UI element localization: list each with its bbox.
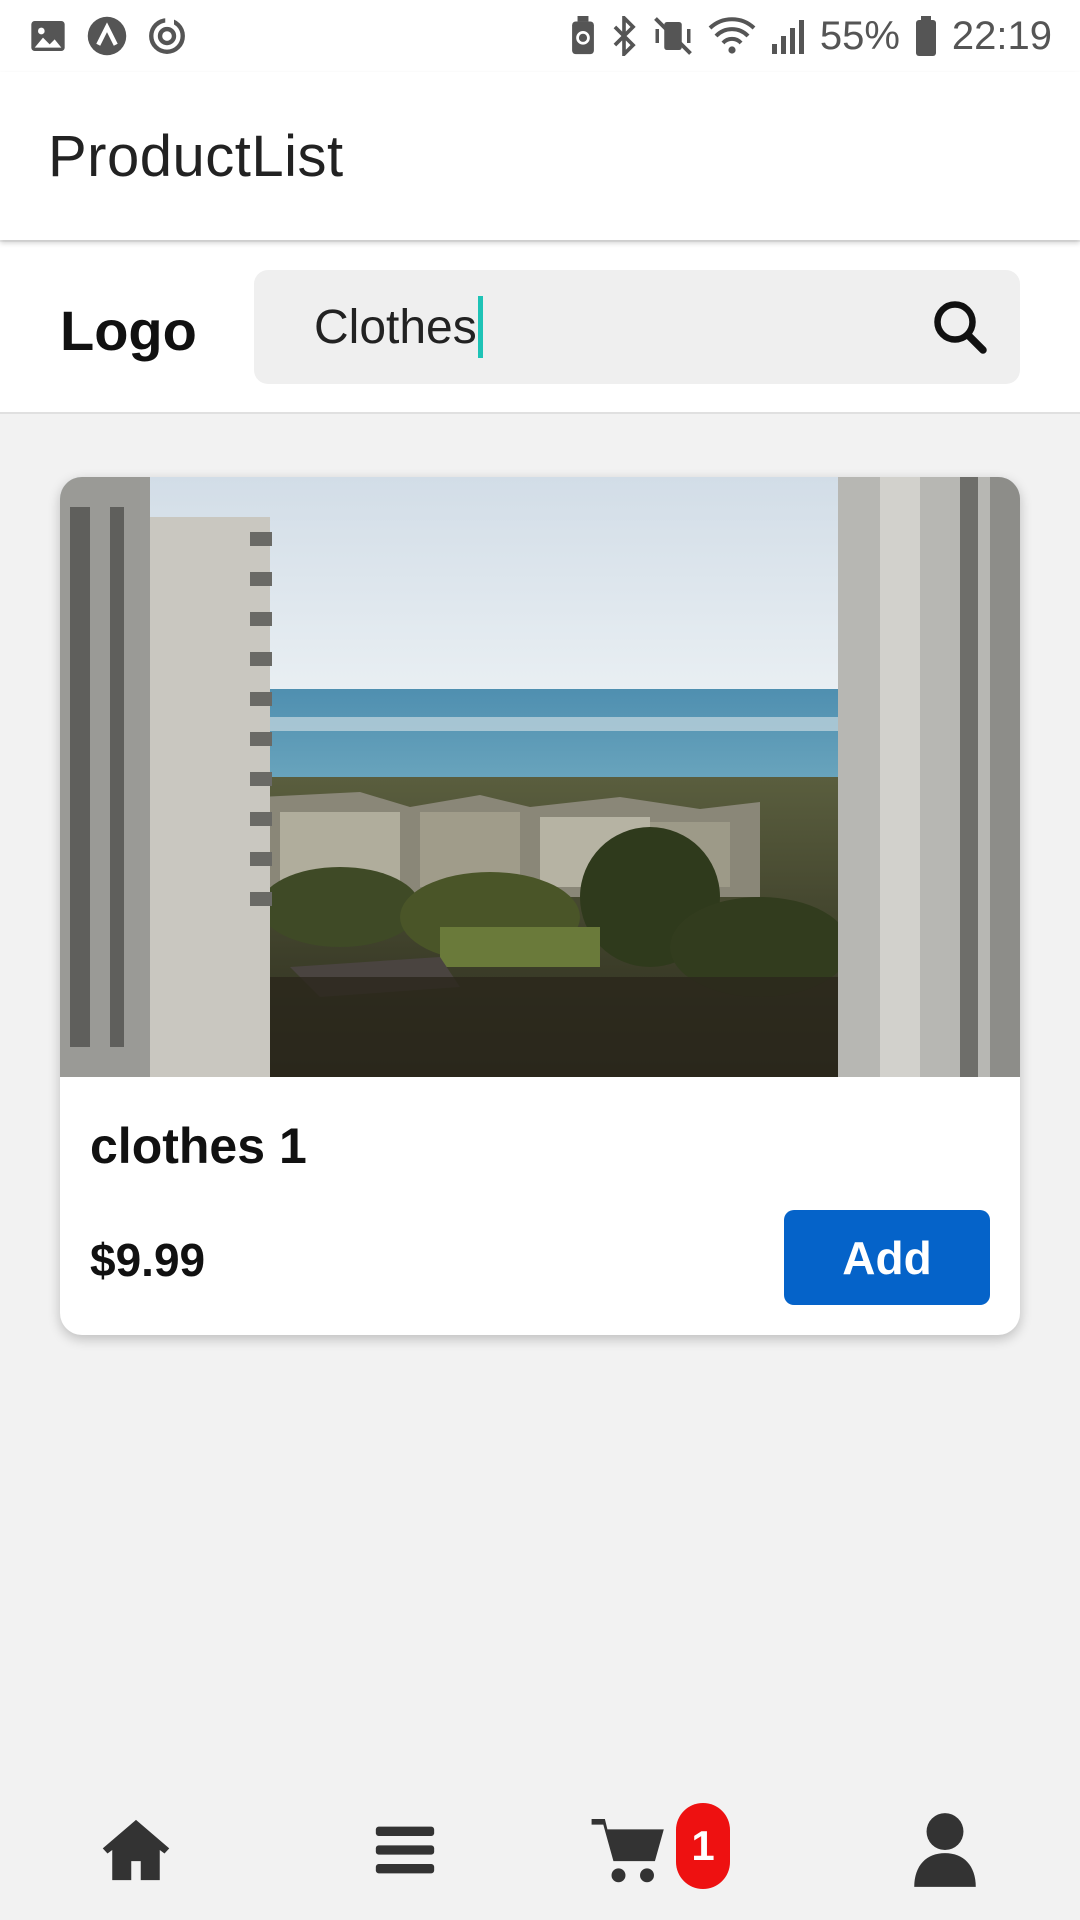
- text-caret: [477, 296, 483, 358]
- app-bar: ProductList: [0, 72, 1080, 240]
- product-name[interactable]: clothes 1: [90, 1117, 307, 1175]
- search-header: Logo Clothes: [0, 242, 1080, 414]
- battery-percent: 55%: [819, 13, 900, 58]
- bluetooth-icon: [610, 16, 638, 56]
- product-card[interactable]: clothes 1 $9.99 Add: [60, 477, 1020, 1335]
- menu-icon[interactable]: [370, 1810, 440, 1890]
- battery-saver-icon: [570, 16, 596, 56]
- battery-icon: [914, 16, 938, 56]
- vibrate-mute-icon: [652, 16, 694, 56]
- search-bar[interactable]: Clothes: [254, 270, 1020, 384]
- status-time: 22:19: [951, 13, 1052, 58]
- cart-count-badge: 1: [676, 1803, 730, 1889]
- search-icon[interactable]: [930, 297, 990, 357]
- app-a-icon: [86, 15, 128, 57]
- image-icon: [28, 16, 68, 56]
- cart-icon[interactable]: [590, 1810, 666, 1890]
- page-title: ProductList: [48, 123, 344, 189]
- signal-icon: [770, 16, 806, 56]
- logo[interactable]: Logo: [60, 298, 197, 363]
- add-to-cart-button[interactable]: Add: [784, 1210, 990, 1305]
- home-icon[interactable]: [98, 1810, 174, 1890]
- bottom-nav: [0, 1780, 1080, 1920]
- search-input-value: Clothes: [314, 300, 477, 354]
- status-bar: 55% 22:19: [0, 0, 1080, 72]
- product-image[interactable]: [60, 477, 1020, 1077]
- sync-icon: [146, 15, 188, 57]
- wifi-icon: [708, 16, 756, 56]
- status-right-icons: 55% 22:19: [570, 14, 1052, 59]
- status-left-icons: [28, 15, 188, 57]
- product-price: $9.99: [90, 1234, 206, 1286]
- user-icon[interactable]: [914, 1810, 976, 1890]
- search-input[interactable]: Clothes: [314, 270, 874, 384]
